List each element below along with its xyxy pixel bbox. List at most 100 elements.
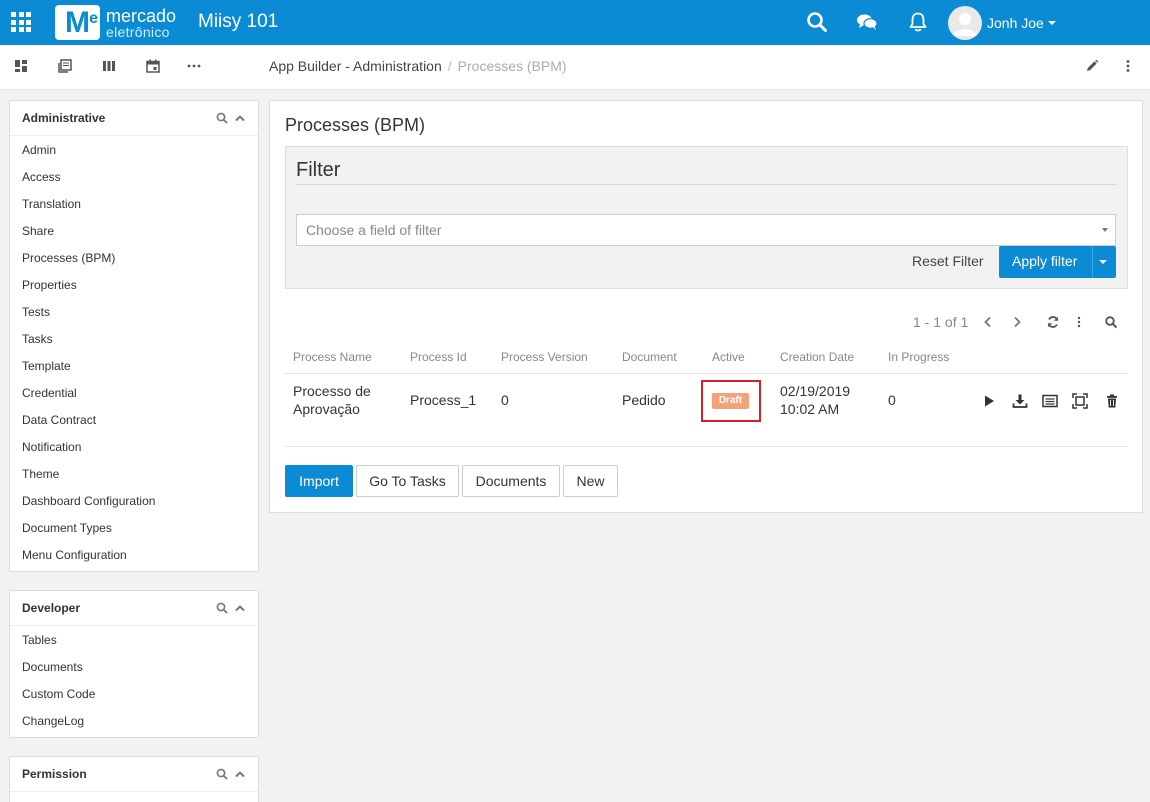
more-vertical-icon[interactable] [1072, 315, 1086, 329]
sidebar-item-translation[interactable]: Translation [10, 191, 258, 218]
calendar-icon[interactable] [146, 59, 160, 73]
chevron-left-icon[interactable] [981, 315, 995, 329]
cell-process-name: Processo de Aprovação [293, 383, 371, 417]
chevron-up-icon[interactable] [234, 602, 246, 614]
apply-filter-button[interactable]: Apply filter [999, 246, 1116, 278]
refresh-icon[interactable] [1046, 315, 1060, 329]
logo-text-line1: mercado [106, 5, 177, 26]
download-icon[interactable] [1012, 393, 1028, 409]
column-header-process-name[interactable]: Process Name [293, 350, 372, 364]
cell-document: Pedido [622, 392, 666, 408]
fullscreen-icon[interactable] [1072, 393, 1088, 409]
apps-grid-icon[interactable] [11, 12, 31, 32]
sidebar-item-properties[interactable]: Properties [10, 272, 258, 299]
breadcrumb-item-app-builder[interactable]: App Builder - Administration [269, 58, 442, 74]
logo-mark: Me [55, 5, 100, 40]
sidebar-item-processes-bpm[interactable]: Processes (BPM) [10, 245, 258, 272]
edit-icon[interactable] [1085, 59, 1099, 73]
chevron-right-icon[interactable] [1010, 315, 1024, 329]
sidebar-item-tasks[interactable]: Tasks [10, 326, 258, 353]
divider [296, 184, 1117, 185]
logo-text-line2: eletrônico [106, 23, 170, 40]
more-vertical-icon[interactable] [1121, 59, 1135, 73]
avatar [948, 5, 982, 40]
sidebar-item-notification[interactable]: Notification [10, 434, 258, 461]
search-icon[interactable] [216, 602, 228, 614]
column-header-in-progress[interactable]: In Progress [888, 350, 949, 364]
cell-creation-date: 02/19/2019 10:02 AM [780, 383, 851, 417]
more-horizontal-icon[interactable] [187, 59, 201, 73]
logo[interactable]: Me mercado eletrônico [55, 5, 176, 40]
user-menu[interactable]: Jonh Joe [948, 5, 1056, 40]
highlight-box: Draft [701, 380, 761, 422]
pages-icon[interactable] [58, 59, 72, 73]
breadcrumb: App Builder - Administration / Processes (… [269, 58, 567, 74]
toolbar: App Builder - Administration / Processes (… [0, 45, 1150, 90]
sidebar-item-tests[interactable]: Tests [10, 299, 258, 326]
filter-field-select[interactable]: Choose a field of filter [296, 214, 1116, 246]
chevron-up-icon[interactable] [234, 768, 246, 780]
sidebar-item-data-contract[interactable]: Data Contract [10, 407, 258, 434]
app-name: Miisy 101 [198, 11, 279, 32]
user-name: Jonh Joe [987, 14, 1044, 31]
filter-panel: Filter Choose a field of filter Reset Fi… [285, 146, 1128, 289]
sidebar-item-document-types[interactable]: Document Types [10, 515, 258, 542]
chevron-down-icon [1102, 228, 1108, 232]
sidebar-item-changelog[interactable]: ChangeLog [10, 708, 258, 735]
reset-filter-button[interactable]: Reset Filter [912, 253, 984, 269]
list-icon[interactable] [1042, 393, 1058, 409]
main-content: Processes (BPM) Filter Choose a field of… [269, 100, 1143, 513]
panel-title: Permission [22, 767, 87, 781]
sidebar-item-tables[interactable]: Tables [10, 627, 258, 654]
chevron-down-icon[interactable] [1099, 260, 1107, 264]
chat-icon[interactable] [856, 11, 878, 33]
new-button[interactable]: New [563, 465, 618, 497]
panel-header: Administrative [10, 101, 258, 136]
import-button[interactable]: Import [285, 465, 353, 497]
breadcrumb-separator: / [447, 58, 452, 74]
divider [285, 446, 1128, 447]
search-icon[interactable] [216, 112, 228, 124]
divider [1092, 246, 1093, 278]
sidebar-panel-administrative: Administrative Admin Access Translation … [9, 100, 259, 572]
sidebar-item-template[interactable]: Template [10, 353, 258, 380]
columns-icon[interactable] [102, 59, 116, 73]
column-header-active[interactable]: Active [712, 350, 745, 364]
filter-title: Filter [296, 159, 341, 181]
column-header-document[interactable]: Document [622, 350, 677, 364]
chevron-up-icon[interactable] [234, 112, 246, 124]
sidebar-item-menu-configuration[interactable]: Menu Configuration [10, 542, 258, 569]
go-to-tasks-button[interactable]: Go To Tasks [356, 465, 459, 497]
dashboard-icon[interactable] [14, 59, 28, 73]
sidebar-panel-developer: Developer Tables Documents Custom Code C… [9, 590, 259, 738]
divider [285, 373, 1128, 374]
play-icon[interactable] [981, 393, 997, 409]
search-icon[interactable] [216, 768, 228, 780]
bell-icon[interactable] [907, 11, 929, 33]
column-header-process-id[interactable]: Process Id [410, 350, 467, 364]
pagination-info: 1 - 1 of 1 [913, 314, 969, 330]
sidebar-item-credential[interactable]: Credential [10, 380, 258, 407]
page-title: Processes (BPM) [285, 115, 426, 135]
documents-button[interactable]: Documents [462, 465, 560, 497]
cell-in-progress: 0 [888, 392, 896, 408]
column-header-process-version[interactable]: Process Version [501, 350, 588, 364]
search-icon[interactable] [806, 11, 828, 33]
sidebar-item-custom-code[interactable]: Custom Code [10, 681, 258, 708]
trash-icon[interactable] [1104, 393, 1120, 409]
sidebar-item-share[interactable]: Share [10, 218, 258, 245]
panel-title: Administrative [22, 111, 106, 125]
filter-field-placeholder: Choose a field of filter [306, 222, 442, 238]
chevron-down-icon [1047, 20, 1056, 25]
sidebar-item-documents[interactable]: Documents [10, 654, 258, 681]
sidebar-item-dashboard-configuration[interactable]: Dashboard Configuration [10, 488, 258, 515]
cell-process-id: Process_1 [410, 392, 477, 408]
sidebar-item-theme[interactable]: Theme [10, 461, 258, 488]
apply-filter-label: Apply filter [1012, 253, 1078, 269]
sidebar-item-access[interactable]: Access [10, 164, 258, 191]
search-icon[interactable] [1104, 315, 1118, 329]
panel-title: Developer [22, 601, 81, 615]
panel-header: Developer [10, 591, 258, 626]
column-header-creation-date[interactable]: Creation Date [780, 350, 854, 364]
sidebar-item-admin[interactable]: Admin [10, 137, 258, 164]
